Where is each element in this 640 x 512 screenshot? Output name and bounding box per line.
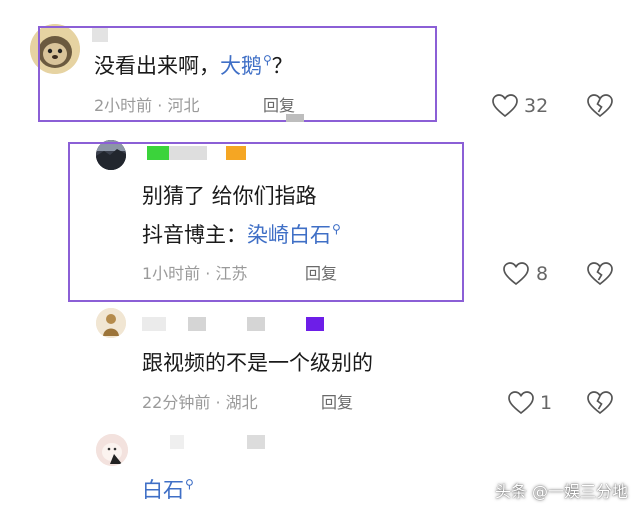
- watermark: 头条 @一娱三分地: [494, 482, 628, 501]
- like-count: 8: [536, 263, 549, 285]
- reply-button[interactable]: 回复: [305, 264, 337, 284]
- search-link[interactable]: 染崎白石: [247, 223, 331, 247]
- comment-text: 跟视频的不是一个级别的: [142, 351, 373, 375]
- like-count: 32: [524, 95, 549, 117]
- username-mosaic[interactable]: [170, 435, 184, 449]
- comment-text-line1: 别猜了 给你们指路: [142, 184, 317, 208]
- username-mosaic: [247, 317, 265, 331]
- reply-mosaic: [286, 114, 304, 122]
- comment-meta: 2小时前 · 河北: [94, 96, 200, 115]
- heart-icon: [508, 391, 534, 415]
- username-mosaic[interactable]: [142, 317, 166, 331]
- search-link[interactable]: 大鹅: [220, 54, 262, 78]
- comment-meta: 22分钟前 · 湖北: [142, 393, 258, 412]
- username-mosaic: [247, 435, 265, 449]
- comment-text: 没看出来啊，大鹅⚲？: [94, 53, 293, 82]
- like-button[interactable]: 1: [508, 389, 554, 417]
- user-avatar[interactable]: [96, 434, 128, 466]
- username-mosaic: [188, 317, 206, 331]
- broken-heart-icon[interactable]: [587, 94, 613, 118]
- comment-text: 白石⚲: [142, 477, 194, 506]
- username-badge-purple: [306, 317, 324, 331]
- reply-button[interactable]: 回复: [321, 393, 353, 413]
- like-button[interactable]: 32: [492, 92, 556, 120]
- reply-button[interactable]: 回复: [263, 96, 295, 116]
- like-count: 1: [540, 392, 553, 414]
- figure-avatar-icon: [96, 308, 126, 338]
- heart-icon: [503, 262, 529, 286]
- search-link[interactable]: 白石: [142, 478, 184, 502]
- search-icon[interactable]: ⚲: [332, 222, 341, 236]
- comment-body: 抖音博主：: [142, 223, 247, 247]
- comment-meta: 1小时前 · 江苏: [142, 264, 248, 283]
- comment-suffix: ？: [271, 54, 293, 78]
- search-icon[interactable]: ⚲: [185, 477, 194, 491]
- comment-text-line2: 抖音博主：染崎白石⚲: [142, 222, 341, 251]
- like-button[interactable]: 8: [503, 260, 557, 288]
- heart-icon: [492, 94, 518, 118]
- cartoon-avatar-icon: [96, 434, 128, 466]
- broken-heart-icon[interactable]: [587, 391, 613, 415]
- user-avatar[interactable]: [96, 308, 126, 338]
- broken-heart-icon[interactable]: [587, 262, 613, 286]
- comment-body: 没看出来啊，: [94, 54, 220, 78]
- search-icon[interactable]: ⚲: [263, 53, 272, 67]
